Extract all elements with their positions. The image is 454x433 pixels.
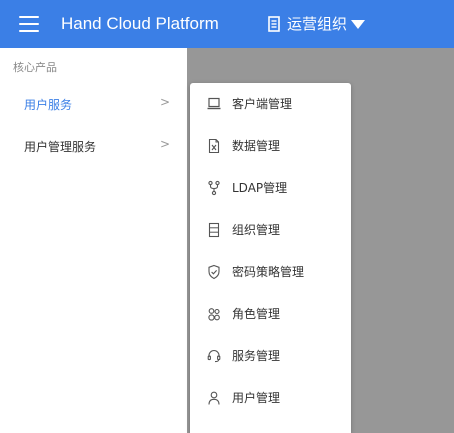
caret-down-icon xyxy=(351,19,366,29)
shield-check-icon xyxy=(206,264,222,280)
sidebar-item-user-service[interactable]: 用户服务 > xyxy=(0,90,187,118)
laptop-icon xyxy=(206,96,222,112)
menu-item-client-management[interactable]: 客户端管理 xyxy=(190,89,351,119)
menu-item-organization-management[interactable]: 组织管理 xyxy=(190,215,351,245)
sidebar-item-label: 用户服务 xyxy=(24,98,73,112)
sidebar-item-label: 用户管理服务 xyxy=(24,140,97,154)
top-bar: Hand Cloud Platform 运营组织 xyxy=(0,0,454,48)
menu-item-user-management[interactable]: 用户管理 xyxy=(190,383,351,413)
user-icon xyxy=(206,390,222,406)
org-label: 运营组织 xyxy=(287,15,348,33)
users-icon xyxy=(206,306,222,322)
menu-item-label: 密码策略管理 xyxy=(232,265,305,279)
headset-icon xyxy=(206,348,222,364)
menu-item-ldap-management[interactable]: LDAP管理 xyxy=(190,173,351,203)
menu-item-label: LDAP管理 xyxy=(232,181,288,195)
sidebar: 核心产品 用户服务 > 用户管理服务 > xyxy=(0,48,187,433)
org-switcher[interactable]: 运营组织 xyxy=(268,12,366,36)
org-list-icon xyxy=(206,222,222,238)
menu-icon[interactable] xyxy=(19,16,39,32)
menu-item-label: 数据管理 xyxy=(232,139,281,153)
chevron-right-icon: > xyxy=(160,137,171,151)
menu-item-label: 组织管理 xyxy=(232,223,281,237)
building-icon xyxy=(268,16,280,32)
menu-item-label: 服务管理 xyxy=(232,349,281,363)
menu-item-role-management[interactable]: 角色管理 xyxy=(190,299,351,329)
excel-file-icon xyxy=(206,138,222,154)
menu-item-data-management[interactable]: 数据管理 xyxy=(190,131,351,161)
section-label: 核心产品 xyxy=(13,61,57,74)
menu-item-password-policy-management[interactable]: 密码策略管理 xyxy=(190,257,351,287)
app-title: Hand Cloud Platform xyxy=(61,14,219,33)
menu-item-label: 用户管理 xyxy=(232,391,281,405)
menu-item-service-management[interactable]: 服务管理 xyxy=(190,341,351,371)
fork-icon xyxy=(206,180,222,196)
menu-item-label: 客户端管理 xyxy=(232,97,293,111)
menu-item-label: 角色管理 xyxy=(232,307,281,321)
submenu-popup: 客户端管理 数据管理 LDAP管理 组织管理 密码策略管理 角色管理 服务管理 … xyxy=(190,83,351,433)
chevron-right-icon: > xyxy=(160,95,171,109)
sidebar-item-user-management-service[interactable]: 用户管理服务 > xyxy=(0,132,187,160)
